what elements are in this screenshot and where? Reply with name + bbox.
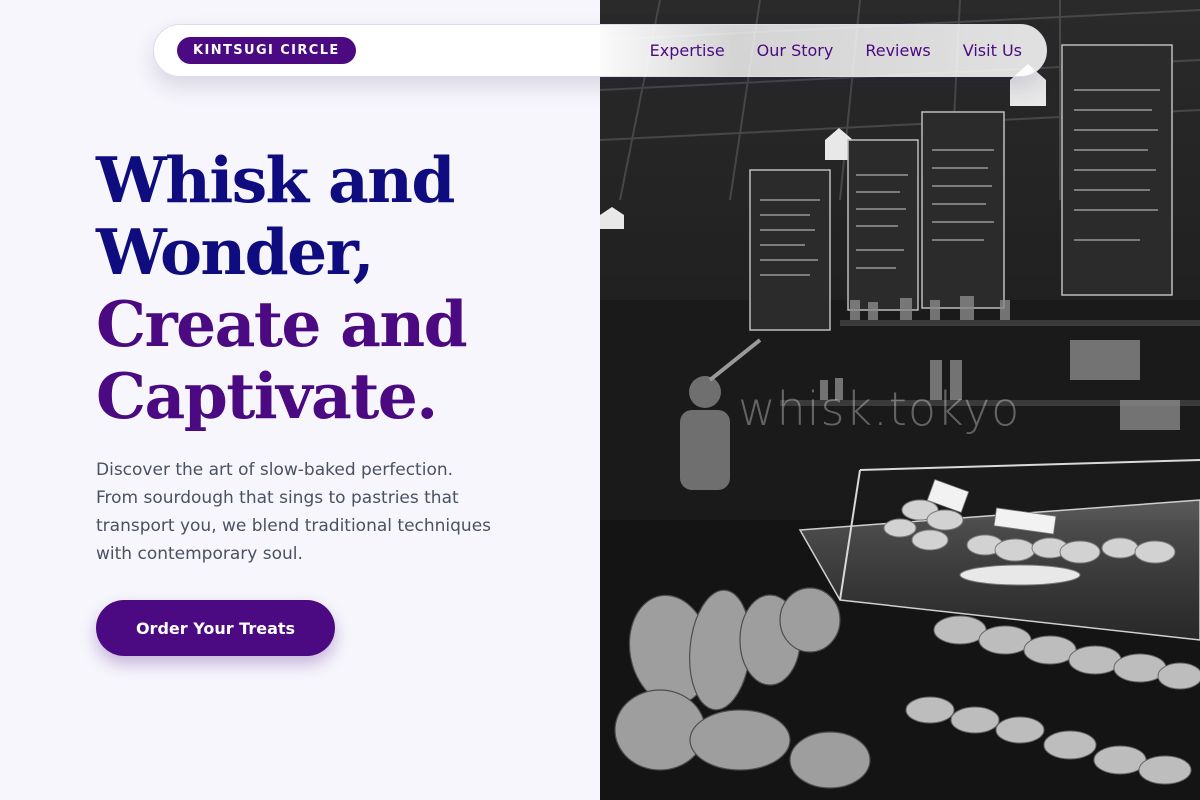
headline-line-1: Whisk and Wonder, — [96, 143, 455, 289]
nav-link-reviews[interactable]: Reviews — [865, 41, 930, 60]
hero-headline: Whisk and Wonder, Create and Captivate. — [96, 144, 576, 432]
hero-intro-text: Discover the art of slow-baked perfectio… — [96, 460, 492, 564]
photo-watermark: whisk.tokyo — [738, 382, 1021, 436]
order-treats-button[interactable]: Order Your Treats — [96, 600, 335, 656]
nav-link-expertise[interactable]: Expertise — [650, 41, 725, 60]
top-navbar: KINTSUGI CIRCLE Expertise Our Story Revi… — [153, 24, 1047, 77]
nav-link-visit-us[interactable]: Visit Us — [963, 41, 1022, 60]
nav-links: Expertise Our Story Reviews Visit Us — [650, 41, 1022, 60]
headline-line-2: Create and Captivate. — [96, 287, 468, 433]
brand-logo[interactable]: KINTSUGI CIRCLE — [177, 37, 356, 64]
nav-link-our-story[interactable]: Our Story — [757, 41, 834, 60]
